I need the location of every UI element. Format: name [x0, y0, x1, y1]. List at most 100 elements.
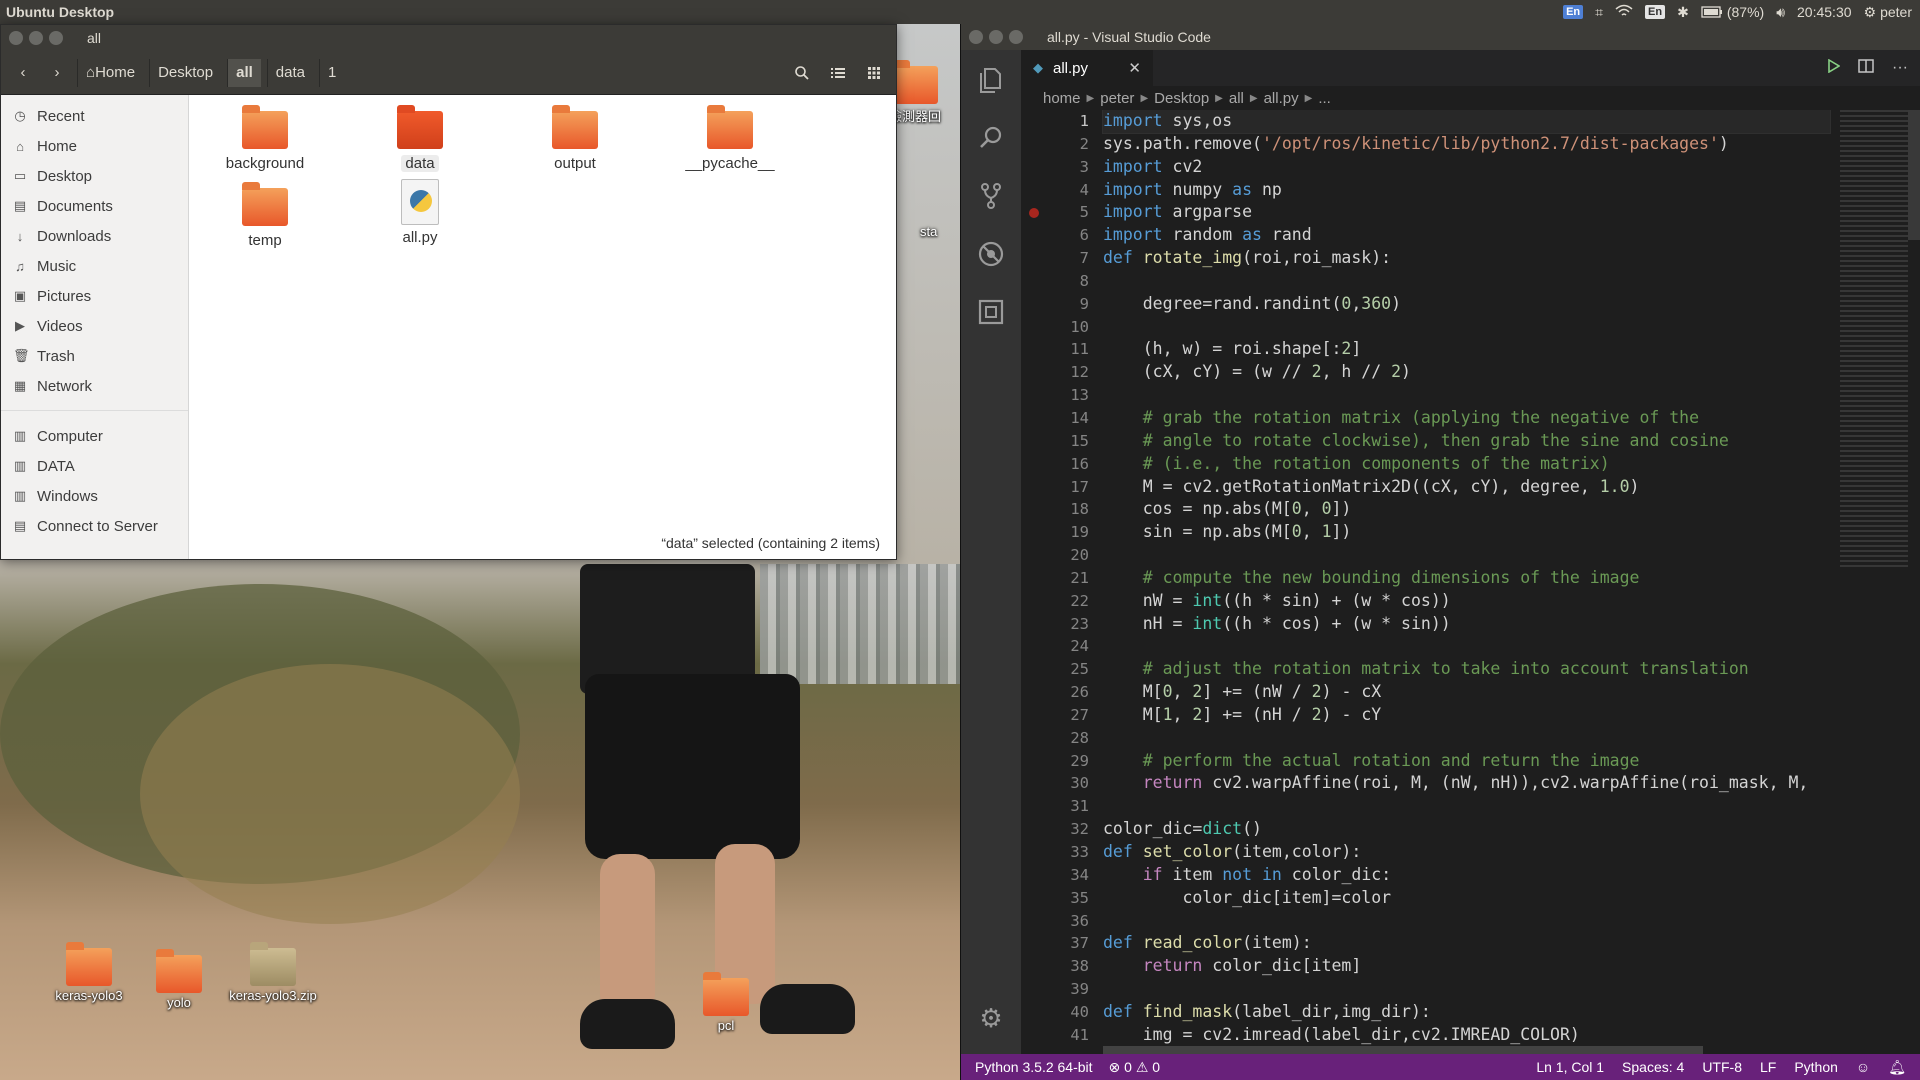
code-line[interactable]: M[0, 2] += (nW / 2) - cX: [1103, 681, 1830, 704]
editor-breadcrumb-item[interactable]: Desktop: [1154, 90, 1209, 107]
code-line[interactable]: degree=rand.randint(0,360): [1103, 293, 1830, 316]
code-line[interactable]: def set_color(item,color):: [1103, 841, 1830, 864]
line-number[interactable]: 29: [1021, 750, 1103, 773]
line-number[interactable]: 23: [1021, 613, 1103, 636]
back-button[interactable]: ‹: [9, 59, 37, 87]
line-number[interactable]: 41: [1021, 1024, 1103, 1047]
line-number[interactable]: 17: [1021, 476, 1103, 499]
code-line[interactable]: # compute the new bounding dimensions of…: [1103, 567, 1830, 590]
line-number[interactable]: 19: [1021, 521, 1103, 544]
code-line[interactable]: def rotate_img(roi,roi_mask):: [1103, 247, 1830, 270]
sidebar-item-data-drive[interactable]: ▥ DATA: [1, 451, 188, 481]
code-line[interactable]: nH = int((h * cos) + (w * sin)): [1103, 613, 1830, 636]
line-number[interactable]: 4: [1021, 179, 1103, 202]
line-number[interactable]: 12: [1021, 361, 1103, 384]
code-line[interactable]: # grab the rotation matrix (applying the…: [1103, 407, 1830, 430]
notifications-bell-icon[interactable]: 🔔︎: [1888, 1059, 1906, 1076]
line-number[interactable]: 28: [1021, 727, 1103, 750]
line-number[interactable]: 16: [1021, 453, 1103, 476]
line-number[interactable]: 35: [1021, 887, 1103, 910]
code-line[interactable]: if item not in color_dic:: [1103, 864, 1830, 887]
code-line[interactable]: import sys,os: [1102, 110, 1831, 134]
forward-button[interactable]: ›: [43, 59, 71, 87]
code-line[interactable]: import numpy as np: [1103, 179, 1830, 202]
code-line[interactable]: return cv2.warpAffine(roi, M, (nW, nH)),…: [1103, 772, 1830, 795]
code-line[interactable]: sys.path.remove('/opt/ros/kinetic/lib/py…: [1103, 133, 1830, 156]
line-number[interactable]: 3: [1021, 156, 1103, 179]
more-actions-icon[interactable]: ···: [1892, 59, 1908, 77]
encoding[interactable]: UTF-8: [1702, 1059, 1742, 1075]
code-line[interactable]: [1103, 544, 1830, 567]
line-number[interactable]: 37: [1021, 932, 1103, 955]
file-item-background[interactable]: background: [205, 105, 325, 172]
line-number[interactable]: 1: [1021, 110, 1103, 133]
line-number[interactable]: 31: [1021, 795, 1103, 818]
line-number[interactable]: 13: [1021, 384, 1103, 407]
volume-icon[interactable]: 🔊︎: [1776, 4, 1785, 21]
code-line[interactable]: sin = np.abs(M[0, 1]): [1103, 521, 1830, 544]
code-line[interactable]: import random as rand: [1103, 224, 1830, 247]
sidebar-item-network[interactable]: ▦ Network: [1, 371, 188, 401]
editor-breadcrumb-item[interactable]: home: [1043, 90, 1081, 107]
line-number[interactable]: 11: [1021, 338, 1103, 361]
code-line[interactable]: [1103, 635, 1830, 658]
editor-breadcrumb-item[interactable]: peter: [1100, 90, 1134, 107]
keyboard-icon[interactable]: ⌗: [1595, 4, 1603, 21]
debug-icon[interactable]: [973, 236, 1009, 272]
code-line[interactable]: [1103, 727, 1830, 750]
file-item-data[interactable]: data: [360, 105, 480, 172]
code-line[interactable]: [1103, 795, 1830, 818]
search-icon[interactable]: [973, 120, 1009, 156]
code-line[interactable]: color_dic[item]=color: [1103, 887, 1830, 910]
line-number[interactable]: 21: [1021, 567, 1103, 590]
battery-indicator[interactable]: (87%): [1701, 4, 1764, 20]
code-line[interactable]: def read_color(item):: [1103, 932, 1830, 955]
language-indicator[interactable]: En: [1645, 5, 1666, 19]
code-line[interactable]: # perform the actual rotation and return…: [1103, 750, 1830, 773]
code-line[interactable]: (cX, cY) = (w // 2, h // 2): [1103, 361, 1830, 384]
run-icon[interactable]: [1828, 58, 1841, 78]
user-menu[interactable]: ⚙ peter: [1864, 4, 1912, 21]
code-line[interactable]: M[1, 2] += (nH / 2) - cY: [1103, 704, 1830, 727]
code-line[interactable]: # adjust the rotation matrix to take int…: [1103, 658, 1830, 681]
sidebar-item-recent[interactable]: ◷ Recent: [1, 101, 188, 131]
file-item-temp[interactable]: temp: [205, 182, 325, 249]
source-control-icon[interactable]: [973, 178, 1009, 214]
code-editor[interactable]: 1 2 3 4 5 6 7 8 9 10 11 12 13 14 15 16 17 18 19 20 21 22 23 24 2…: [1021, 110, 1920, 1054]
explorer-icon[interactable]: [973, 62, 1009, 98]
horizontal-scrollbar[interactable]: [1103, 1046, 1770, 1054]
code-line[interactable]: img = cv2.imread(label_dir,cv2.IMREAD_CO…: [1103, 1024, 1830, 1047]
line-number[interactable]: 6: [1021, 224, 1103, 247]
line-number[interactable]: 8: [1021, 270, 1103, 293]
line-number[interactable]: 9: [1021, 293, 1103, 316]
code-line[interactable]: M = cv2.getRotationMatrix2D((cX, cY), de…: [1103, 476, 1830, 499]
desktop-icon-keras-yolo3-zip[interactable]: keras-yolo3.zip: [218, 942, 328, 1003]
line-number[interactable]: 20: [1021, 544, 1103, 567]
code-line[interactable]: import cv2: [1103, 156, 1830, 179]
line-number[interactable]: 2: [1021, 133, 1103, 156]
breadcrumb-data[interactable]: data: [266, 58, 313, 87]
code-line[interactable]: [1103, 316, 1830, 339]
line-number[interactable]: 27: [1021, 704, 1103, 727]
line-number[interactable]: 36: [1021, 910, 1103, 933]
code-line[interactable]: [1103, 270, 1830, 293]
code-line[interactable]: [1103, 384, 1830, 407]
sidebar-item-music[interactable]: ♫ Music: [1, 251, 188, 281]
minimize-window-button[interactable]: [29, 31, 43, 45]
file-item-pycache[interactable]: __pycache__: [670, 105, 790, 172]
line-number[interactable]: 25: [1021, 658, 1103, 681]
breakpoint-icon[interactable]: [1029, 208, 1039, 219]
code-line[interactable]: (h, w) = roi.shape[:2]: [1103, 338, 1830, 361]
file-item-all-py[interactable]: all.py: [360, 179, 480, 246]
line-number[interactable]: 15: [1021, 430, 1103, 453]
code-line[interactable]: return color_dic[item]: [1103, 955, 1830, 978]
line-number[interactable]: 30: [1021, 772, 1103, 795]
sidebar-item-home[interactable]: ⌂ Home: [1, 131, 188, 161]
code-line[interactable]: cos = np.abs(M[0, 0]): [1103, 498, 1830, 521]
file-item-output[interactable]: output: [515, 105, 635, 172]
close-window-button[interactable]: [969, 30, 983, 44]
line-number[interactable]: 22: [1021, 590, 1103, 613]
breadcrumb-desktop[interactable]: Desktop: [149, 58, 221, 87]
code-line[interactable]: color_dic=dict(): [1103, 818, 1830, 841]
feedback-smiley-icon[interactable]: ☺: [1856, 1059, 1870, 1075]
